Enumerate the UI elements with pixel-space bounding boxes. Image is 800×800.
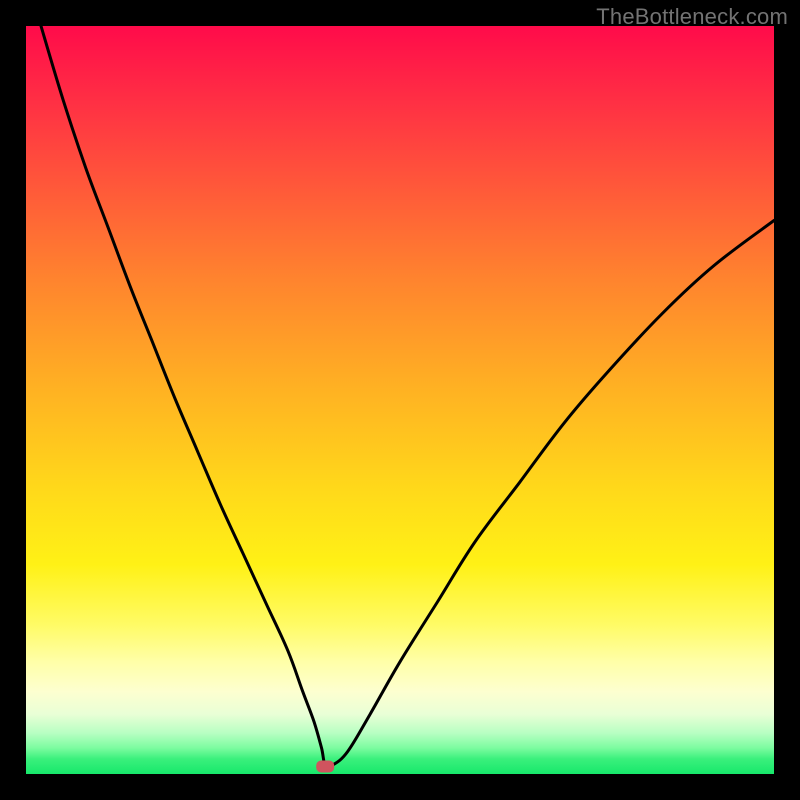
plot-area: [26, 26, 774, 774]
watermark-text: TheBottleneck.com: [596, 4, 788, 30]
bottleneck-curve: [26, 26, 774, 774]
chart-frame: TheBottleneck.com: [0, 0, 800, 800]
